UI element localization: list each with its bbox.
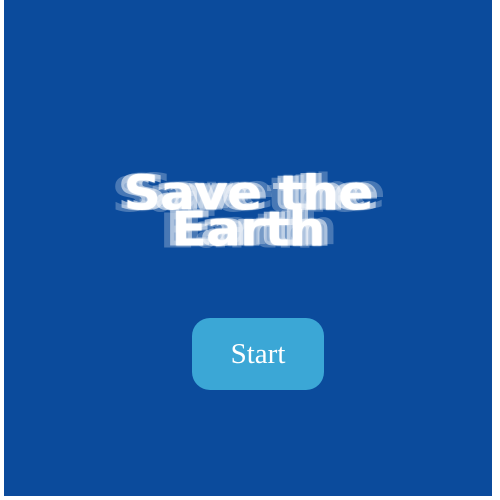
game-screen: Save the Earth Start [4, 0, 492, 496]
start-button[interactable]: Start [192, 318, 324, 390]
game-title: Save the Earth [4, 168, 492, 256]
title-line-2: Earth [171, 202, 325, 258]
